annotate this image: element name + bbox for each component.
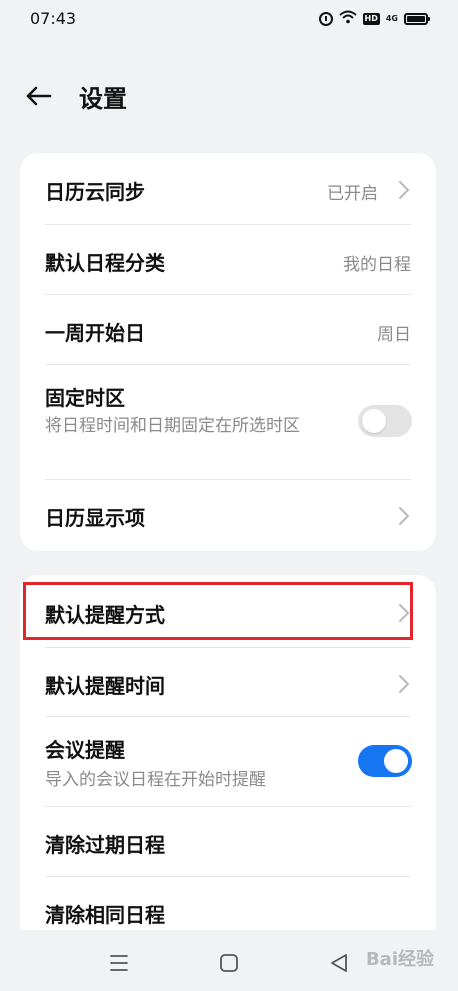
row-value: 周日 [377, 325, 411, 345]
wifi-icon [338, 10, 357, 27]
chevron-right-icon [399, 181, 410, 199]
row-label: 会议提醒 [45, 738, 125, 762]
setting-row-week-start[interactable]: 一周开始日 周日 [20, 295, 436, 365]
meeting-reminder-toggle[interactable] [358, 745, 412, 777]
watermark: Bai经验 [365, 949, 434, 970]
header: 设置 [0, 70, 458, 120]
row-label: 清除过期日程 [45, 833, 165, 857]
alarm-icon [318, 11, 333, 26]
home-icon [220, 954, 238, 972]
hd-icon: HD [362, 12, 380, 25]
status-bar: 07:43 HD 4G [0, 0, 458, 38]
highlight-box [23, 582, 413, 640]
chevron-right-icon [399, 675, 410, 693]
back-triangle-icon [331, 954, 347, 972]
battery-icon [404, 12, 430, 25]
fixed-timezone-toggle[interactable] [358, 405, 412, 437]
menu-icon [110, 955, 128, 971]
setting-row-fixed-timezone: 固定时区 将日程时间和日期固定在所选时区 [20, 365, 436, 480]
back-nav-button[interactable] [324, 948, 354, 978]
row-label: 一周开始日 [45, 321, 145, 345]
row-label: 日历显示项 [45, 506, 145, 530]
status-time: 07:43 [30, 9, 77, 28]
row-label: 清除相同日程 [45, 903, 165, 927]
row-value: 已开启 [327, 184, 378, 204]
setting-row-default-reminder-time[interactable]: 默认提醒时间 [20, 648, 436, 716]
arrow-left-icon [26, 86, 52, 106]
back-button[interactable] [20, 78, 56, 114]
home-button[interactable] [214, 948, 244, 978]
row-sublabel: 导入的会议日程在开始时提醒 [45, 770, 266, 790]
setting-row-meeting-reminder: 会议提醒 导入的会议日程在开始时提醒 [20, 717, 436, 807]
settings-card-general: 日历云同步 已开启 默认日程分类 我的日程 一周开始日 周日 固定时区 将日程时… [20, 153, 436, 551]
toggle-knob [362, 409, 386, 433]
setting-row-display-items[interactable]: 日历显示项 [20, 480, 436, 551]
chevron-right-icon [399, 507, 410, 525]
setting-row-default-category[interactable]: 默认日程分类 我的日程 [20, 225, 436, 295]
toggle-knob [384, 749, 408, 773]
status-icons: HD 4G [318, 10, 430, 27]
row-label: 固定时区 [45, 386, 125, 410]
row-label: 日历云同步 [45, 180, 145, 204]
page-title: 设置 [79, 85, 127, 113]
row-sublabel: 将日程时间和日期固定在所选时区 [45, 416, 300, 436]
setting-row-clear-expired[interactable]: 清除过期日程 [20, 807, 436, 877]
recent-apps-button[interactable] [104, 948, 134, 978]
row-label: 默认日程分类 [45, 251, 165, 275]
network-4g-icon: 4G [385, 13, 398, 23]
row-label: 默认提醒时间 [45, 674, 165, 698]
navigation-bar: Bai经验 [0, 930, 458, 991]
row-value: 我的日程 [343, 255, 411, 275]
setting-row-cloud-sync[interactable]: 日历云同步 已开启 [20, 153, 436, 225]
